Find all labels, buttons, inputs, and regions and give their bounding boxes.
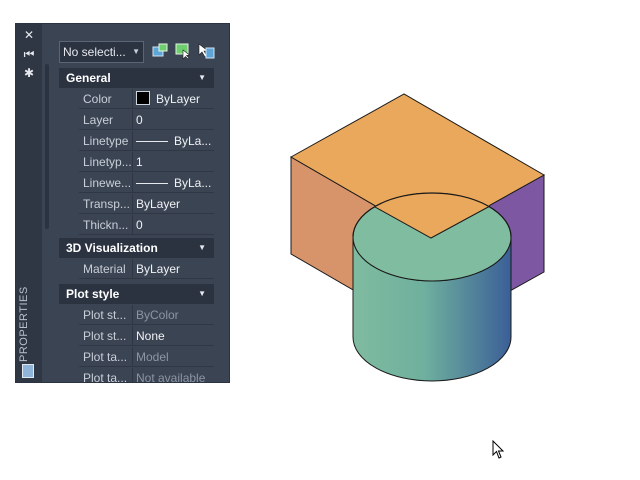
close-icon[interactable]: ✕: [23, 29, 35, 41]
cylinder-solid[interactable]: [352, 192, 512, 382]
property-value[interactable]: ByLayer: [136, 259, 214, 278]
property-row-layer[interactable]: Layer 0: [79, 110, 214, 130]
select-objects-icon[interactable]: [174, 42, 192, 60]
linetype-sample-icon: [136, 141, 168, 143]
property-row-linetype-scale[interactable]: Linetyp... 1: [79, 152, 214, 172]
toggle-pickadd-icon[interactable]: [151, 42, 169, 60]
property-value[interactable]: ByLayer: [136, 89, 214, 108]
property-row-plot-style[interactable]: Plot st... ByColor: [79, 305, 214, 325]
property-row-transparency[interactable]: Transp... ByLayer: [79, 194, 214, 214]
property-label: Material: [79, 259, 133, 278]
property-label: Plot ta...: [79, 347, 133, 366]
property-label: Linetype: [79, 131, 133, 150]
property-row-material[interactable]: Material ByLayer: [79, 259, 214, 279]
property-label: Plot st...: [79, 305, 133, 324]
section-title: 3D Visualization: [66, 241, 158, 255]
property-label: Linewe...: [79, 173, 133, 192]
property-row-color[interactable]: Color ByLayer: [79, 89, 214, 109]
property-row-plot-table-attached[interactable]: Plot ta... Model: [79, 347, 214, 367]
property-value[interactable]: ByLayer: [136, 194, 214, 213]
chevron-down-icon: ▼: [198, 289, 206, 298]
chevron-down-icon: ▼: [198, 243, 206, 252]
property-value: Model: [136, 350, 169, 364]
property-label: Thickn...: [79, 215, 133, 234]
section-general[interactable]: General ▼: [59, 68, 214, 88]
property-label: Linetyp...: [79, 152, 133, 171]
property-value-text: ByLa...: [174, 134, 212, 148]
property-value[interactable]: ByLa...: [136, 173, 214, 192]
properties-palette: ✕ ⏮ ✱ PROPERTIES No selecti... ▼ General…: [15, 23, 230, 383]
scrollbar[interactable]: [45, 64, 49, 229]
property-value: ByColor: [136, 308, 179, 322]
mouse-cursor-icon: [492, 440, 505, 459]
selection-value: No selecti...: [63, 45, 126, 59]
property-value[interactable]: 0: [136, 215, 214, 234]
chevron-down-icon: ▼: [198, 73, 206, 82]
property-label: Color: [79, 89, 133, 108]
palette-titlebar[interactable]: ✕ ⏮ ✱ PROPERTIES: [16, 24, 42, 382]
property-value: Not available: [136, 371, 206, 382]
selection-dropdown[interactable]: No selecti... ▼: [59, 41, 144, 63]
property-value[interactable]: 0: [136, 110, 214, 129]
palette-title: PROPERTIES: [18, 286, 30, 362]
section-plot-style[interactable]: Plot style ▼: [59, 284, 214, 304]
color-swatch-icon: [136, 91, 150, 105]
drawing-canvas[interactable]: [280, 85, 555, 390]
auto-hide-icon[interactable]: ⏮: [23, 48, 35, 60]
lineweight-sample-icon: [136, 183, 168, 185]
property-row-lineweight[interactable]: Linewe... ByLa...: [79, 173, 214, 193]
palette-icon: [22, 364, 34, 378]
property-value[interactable]: ByLa...: [136, 131, 214, 150]
settings-icon[interactable]: ✱: [23, 67, 35, 79]
property-row-plot-style-table[interactable]: Plot st... None: [79, 326, 214, 346]
property-label: Layer: [79, 110, 133, 129]
property-row-linetype[interactable]: Linetype ByLa...: [79, 131, 214, 151]
section-3d-visualization[interactable]: 3D Visualization ▼: [59, 238, 214, 258]
chevron-down-icon: ▼: [132, 47, 140, 56]
property-label: Plot ta...: [79, 368, 133, 382]
property-label: Plot st...: [79, 326, 133, 345]
property-value-text: ByLayer: [156, 92, 201, 106]
property-row-thickness[interactable]: Thickn... 0: [79, 215, 214, 235]
section-title: Plot style: [66, 287, 120, 301]
property-value[interactable]: 1: [136, 152, 214, 171]
quick-select-icon[interactable]: [197, 42, 215, 60]
property-value-text: ByLa...: [174, 176, 212, 190]
property-row-plot-table-type[interactable]: Plot ta... Not available: [79, 368, 214, 382]
section-title: General: [66, 71, 111, 85]
property-value[interactable]: None: [136, 326, 214, 345]
property-label: Transp...: [79, 194, 133, 213]
